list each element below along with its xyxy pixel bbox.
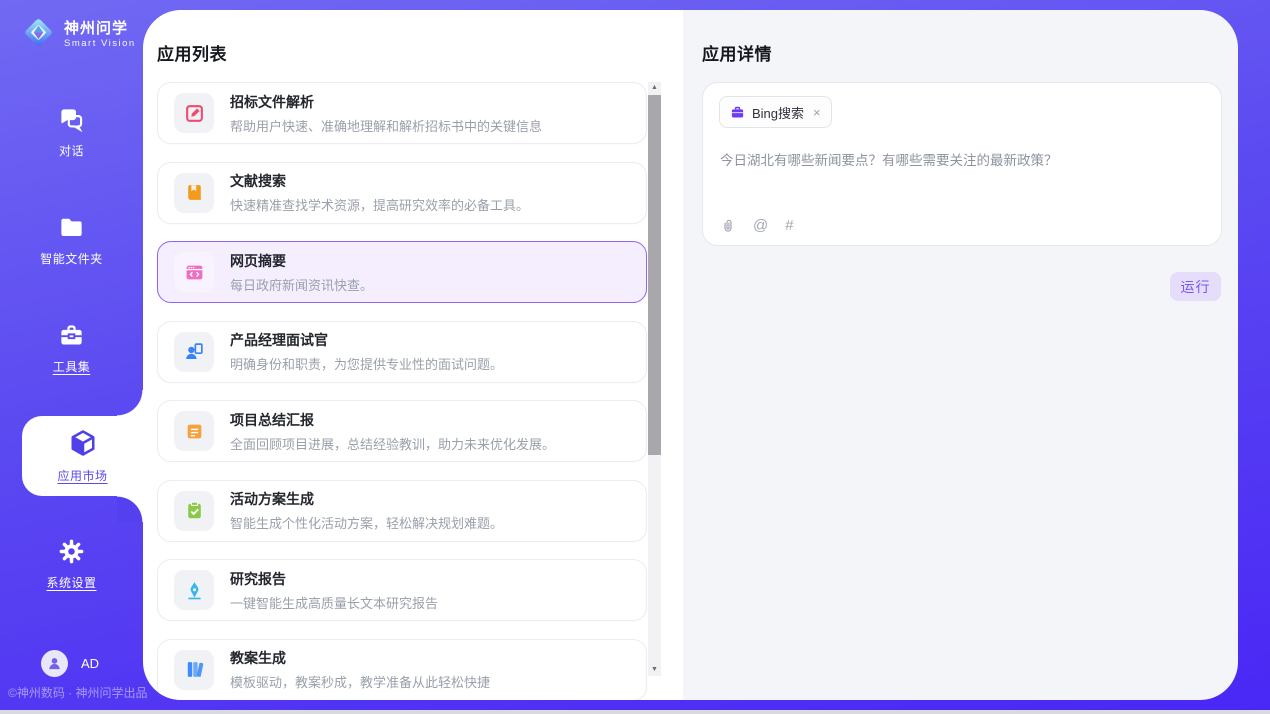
- activity-icon: [184, 500, 205, 521]
- app-list-title: 应用列表: [157, 40, 227, 65]
- summary-icon-container: [174, 411, 214, 451]
- bid-edit-icon-container: [174, 93, 214, 133]
- app-card-description: 全面回顾项目进展，总结经验教训，助力未来优化发展。: [230, 434, 555, 453]
- bid-edit-icon: [184, 103, 205, 124]
- summary-icon: [184, 421, 205, 442]
- tool-tag-close-icon[interactable]: ×: [813, 105, 821, 120]
- sidebar-item-label: 工具集: [53, 358, 91, 375]
- app-card-description: 帮助用户快速、准确地理解和解析招标书中的关键信息: [230, 116, 542, 135]
- sidebar-item-label: 应用市场: [57, 467, 107, 484]
- sidebar: 神州问学 Smart Vision 对话智能文件夹工具集应用市场系统设置 AD …: [0, 0, 143, 710]
- sidebar-item-智能文件夹[interactable]: 智能文件夹: [0, 186, 143, 294]
- sidebar-item-对话[interactable]: 对话: [0, 78, 143, 186]
- app-card-title: 产品经理面试官: [230, 330, 503, 350]
- copyright-text: ©神州数码 · 神州问学出品: [8, 684, 148, 701]
- app-card-title: 活动方案生成: [230, 489, 503, 509]
- app-list: 招标文件解析帮助用户快速、准确地理解和解析招标书中的关键信息文献搜索快速精准查找…: [157, 82, 647, 700]
- window-bottom-edge: [0, 710, 1270, 714]
- app-card-网页摘要[interactable]: 网页摘要每日政府新闻资讯快查。: [157, 241, 647, 303]
- scrollbar-up-arrow[interactable]: ▲: [648, 82, 661, 94]
- app-card-活动方案生成[interactable]: 活动方案生成智能生成个性化活动方案，轻松解决规划难题。: [157, 480, 647, 542]
- app-card-title: 招标文件解析: [230, 92, 542, 112]
- app-card-description: 一键智能生成高质量长文本研究报告: [230, 593, 438, 612]
- lesson-icon-container: [174, 650, 214, 690]
- sidebar-item-系统设置[interactable]: 系统设置: [0, 510, 143, 618]
- app-list-scrollbar[interactable]: ▲ ▼: [648, 82, 661, 676]
- webpage-icon: [184, 262, 205, 283]
- sidebar-item-工具集[interactable]: 工具集: [0, 294, 143, 402]
- briefcase-icon: [730, 105, 745, 120]
- app-card-title: 网页摘要: [230, 251, 373, 271]
- app-card-description: 每日政府新闻资讯快查。: [230, 275, 373, 294]
- sidebar-item-应用市场[interactable]: 应用市场: [22, 416, 143, 496]
- app-card-description: 模板驱动，教案秒成，教学准备从此轻松快捷: [230, 672, 490, 691]
- brand-name: 神州问学: [64, 17, 136, 38]
- app-card-title: 项目总结汇报: [230, 410, 555, 430]
- app-card-研究报告[interactable]: 研究报告一键智能生成高质量长文本研究报告: [157, 559, 647, 621]
- tool-tag-bing-search[interactable]: Bing搜索 ×: [719, 96, 832, 128]
- brand-logo-icon: [20, 14, 57, 51]
- app-list-panel: 应用列表 招标文件解析帮助用户快速、准确地理解和解析招标书中的关键信息文献搜索快…: [143, 10, 683, 700]
- avatar[interactable]: [41, 650, 68, 677]
- sidebar-item-label: 系统设置: [46, 574, 96, 591]
- app-window-frame: 神州问学 Smart Vision 对话智能文件夹工具集应用市场系统设置 AD …: [0, 0, 1270, 710]
- user-account[interactable]: AD: [41, 650, 99, 677]
- attachment-icon[interactable]: [720, 218, 736, 234]
- app-card-文献搜索[interactable]: 文献搜索快速精准查找学术资源，提高研究效率的必备工具。: [157, 162, 647, 224]
- folder-icon: [58, 214, 85, 241]
- interview-icon: [184, 341, 205, 362]
- logo-icon: [20, 14, 57, 51]
- chat-icon: [58, 106, 85, 133]
- book-icon: [184, 182, 205, 203]
- app-card-招标文件解析[interactable]: 招标文件解析帮助用户快速、准确地理解和解析招标书中的关键信息: [157, 82, 647, 144]
- mention-icon[interactable]: @: [753, 218, 768, 234]
- sidebar-item-label: 智能文件夹: [40, 250, 103, 267]
- app-detail-panel: 应用详情 Bing搜索 × 今日湖北有哪些新闻要点？有哪些需要关注的最新政策？ …: [683, 10, 1238, 700]
- app-card-title: 文献搜索: [230, 171, 529, 191]
- hash-icon[interactable]: #: [785, 218, 793, 234]
- activity-icon-container: [174, 491, 214, 531]
- app-card-title: 研究报告: [230, 569, 438, 589]
- gear-icon: [58, 538, 85, 565]
- sidebar-item-label: 对话: [59, 142, 84, 159]
- book-icon-container: [174, 173, 214, 213]
- app-card-description: 智能生成个性化活动方案，轻松解决规划难题。: [230, 513, 503, 532]
- scrollbar-thumb[interactable]: [648, 95, 661, 455]
- brand-logo: 神州问学 Smart Vision: [20, 14, 136, 51]
- app-card-产品经理面试官[interactable]: 产品经理面试官明确身份和职责，为您提供专业性的面试问题。: [157, 321, 647, 383]
- prompt-text-input[interactable]: 今日湖北有哪些新闻要点？有哪些需要关注的最新政策？: [720, 151, 1205, 171]
- app-card-教案生成[interactable]: 教案生成模板驱动，教案秒成，教学准备从此轻松快捷: [157, 639, 647, 701]
- webpage-icon-container: [174, 252, 214, 292]
- briefcase-icon: [730, 105, 745, 120]
- app-card-description: 快速精准查找学术资源，提高研究效率的必备工具。: [230, 195, 529, 214]
- report-icon-container: [174, 570, 214, 610]
- app-card-title: 教案生成: [230, 648, 490, 668]
- app-detail-title: 应用详情: [702, 40, 772, 65]
- scrollbar-down-arrow[interactable]: ▼: [648, 664, 661, 676]
- sidebar-nav: 对话智能文件夹工具集应用市场系统设置: [0, 78, 143, 618]
- brand-subtitle: Smart Vision: [64, 38, 136, 49]
- input-toolbar: @#: [720, 218, 794, 234]
- cube-icon: [68, 428, 98, 458]
- main-content: 应用列表 招标文件解析帮助用户快速、准确地理解和解析招标书中的关键信息文献搜索快…: [143, 10, 1238, 700]
- tool-tag-label: Bing搜索: [752, 103, 804, 122]
- run-button[interactable]: 运行: [1170, 272, 1221, 301]
- lesson-icon: [184, 659, 205, 680]
- app-card-description: 明确身份和职责，为您提供专业性的面试问题。: [230, 354, 503, 373]
- toolbox-icon: [58, 322, 85, 349]
- prompt-input-card[interactable]: Bing搜索 × 今日湖北有哪些新闻要点？有哪些需要关注的最新政策？ @#: [702, 82, 1222, 246]
- report-icon: [184, 580, 205, 601]
- user-name: AD: [81, 656, 99, 671]
- app-card-项目总结汇报[interactable]: 项目总结汇报全面回顾项目进展，总结经验教训，助力未来优化发展。: [157, 400, 647, 462]
- person-icon: [46, 655, 63, 672]
- interview-icon-container: [174, 332, 214, 372]
